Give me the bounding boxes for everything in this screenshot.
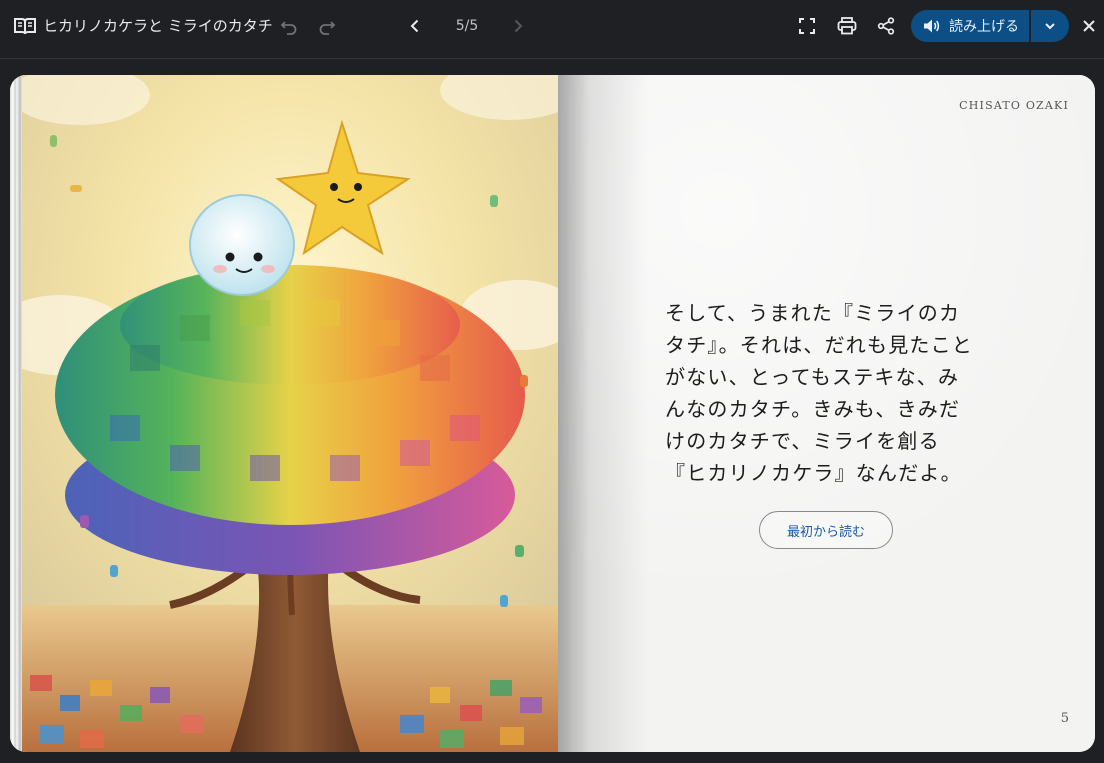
next-page-button[interactable]: [504, 12, 532, 40]
read-aloud-options-button[interactable]: [1031, 10, 1069, 42]
undo-icon: [280, 21, 297, 35]
toolbar: ヒカリノカケラと ミライのカタチ 5/5 読み上げる: [0, 0, 1104, 52]
story-line: そして、うまれた『ミライのカ: [665, 301, 961, 325]
story-line: 『ヒカリノカケラ』なんだよ。: [665, 461, 962, 485]
document-title: ヒカリノカケラと ミライのカタチ: [43, 17, 273, 35]
read-aloud-button[interactable]: 読み上げる: [911, 10, 1029, 42]
story-line: タチ』。それは、だれも見たこと: [665, 333, 973, 357]
close-icon: [1083, 20, 1095, 32]
previous-page-button[interactable]: [401, 12, 429, 40]
page-indicator: 5/5: [455, 18, 479, 34]
gutter-shadow: [558, 75, 648, 752]
printer-icon: [837, 17, 857, 35]
share-button[interactable]: [872, 12, 900, 40]
book-spread: CHISATO OZAKI そして、うまれた『ミライのカ タチ』。それは、だれも…: [10, 75, 1095, 752]
close-button[interactable]: [1075, 12, 1103, 40]
chevron-right-icon: [514, 19, 523, 33]
chevron-left-icon: [410, 19, 419, 33]
fullscreen-button[interactable]: [793, 12, 821, 40]
left-page: [10, 75, 558, 752]
fullscreen-icon: [799, 18, 815, 34]
read-aloud-label: 読み上げる: [949, 19, 1019, 35]
toolbar-divider: [0, 58, 1104, 59]
story-line: がない、とってもステキな、み: [665, 365, 960, 389]
print-button[interactable]: [833, 12, 861, 40]
chevron-down-icon: [1045, 23, 1055, 30]
right-page: CHISATO OZAKI そして、うまれた『ミライのカ タチ』。それは、だれも…: [558, 75, 1095, 752]
page-number: 5: [1060, 711, 1069, 726]
author-name: CHISATO OZAKI: [959, 99, 1069, 112]
undo-button[interactable]: [275, 12, 303, 40]
read-from-start-button[interactable]: 最初から読む: [759, 511, 893, 549]
redo-button[interactable]: [313, 12, 341, 40]
page-edge: [10, 75, 22, 752]
story-text: そして、うまれた『ミライのカ タチ』。それは、だれも見たこと がない、とってもス…: [665, 297, 1005, 489]
speaker-icon: [924, 19, 940, 33]
redo-icon: [319, 21, 336, 35]
story-line: けのカタチで、ミライを創る: [665, 429, 940, 453]
illustration: [20, 75, 558, 752]
book-open-icon: [14, 18, 36, 35]
story-line: んなのカタチ。きみも、きみだ: [665, 397, 961, 421]
share-icon: [877, 17, 895, 35]
